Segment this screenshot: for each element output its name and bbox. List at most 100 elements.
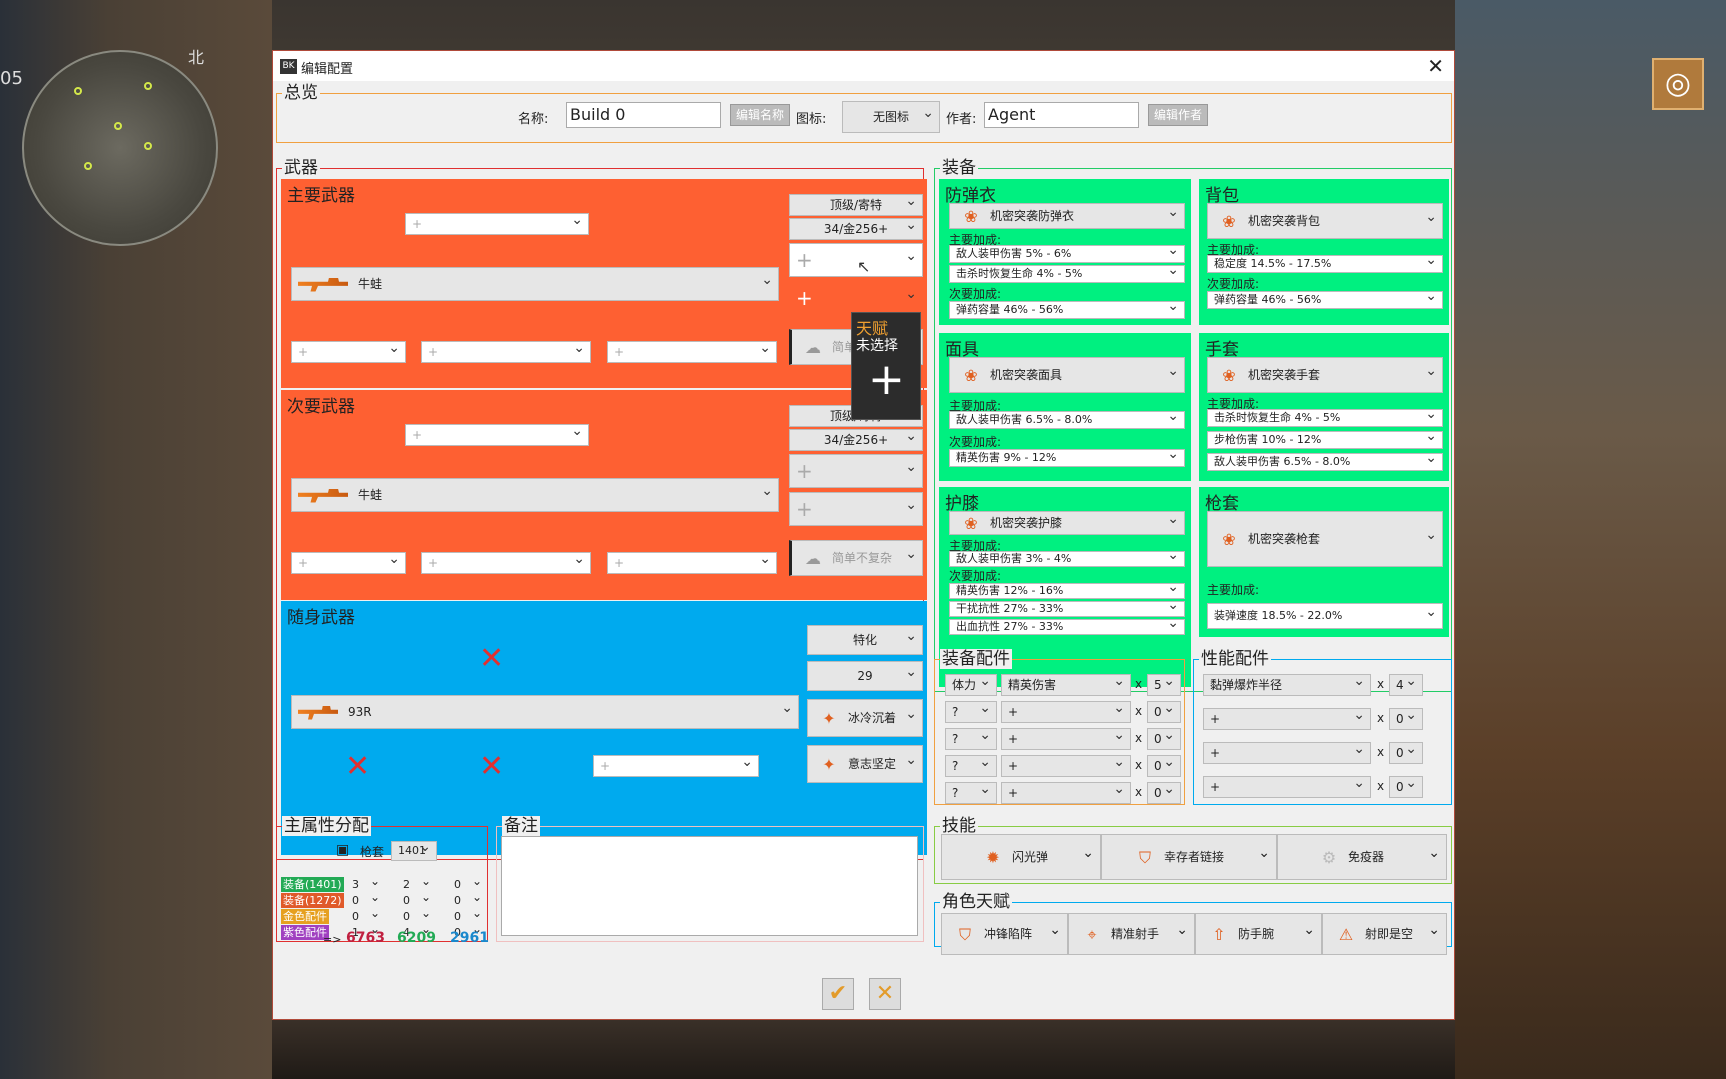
kneepads-sub-attr-2[interactable]: 干扰抗性 27% - 33% <box>949 601 1185 617</box>
notes-textarea[interactable] <box>501 836 918 936</box>
gear-mod-attr-select[interactable]: ? <box>945 701 997 723</box>
primary-mod-select[interactable]: + <box>405 213 589 235</box>
author-input[interactable]: Agent <box>984 102 1139 128</box>
kneepads-sub-attr-3[interactable]: 出血抗性 27% - 33% <box>949 619 1185 635</box>
vest-select[interactable]: ❀ 机密突袭防弹衣 <box>949 203 1185 229</box>
talent-1-select[interactable]: ⛉ 冲锋陷阵 <box>941 910 1068 955</box>
kneepads-select[interactable]: ❀ 机密突袭护膝 <box>949 511 1185 535</box>
game-background-bottom <box>272 1020 1455 1079</box>
skill-3-select[interactable]: ⚙ 免疫器 <box>1277 831 1447 880</box>
performance-mod-select[interactable]: + <box>1203 708 1371 730</box>
multiplier-label: x <box>1135 704 1143 718</box>
gear-brand-icon: ❀ <box>964 365 978 385</box>
secondary-attachment-1[interactable]: + <box>291 552 406 574</box>
talent-3-select[interactable]: ⇧ 防手腕 <box>1195 910 1322 955</box>
icon-select[interactable]: 无图标 <box>842 101 940 133</box>
performance-mod-select[interactable]: 黏弹爆炸半径 <box>1203 674 1371 696</box>
performance-mod-select[interactable]: + <box>1203 742 1371 764</box>
cancel-button[interactable]: ✕ <box>869 978 901 1010</box>
sidearm-level-select[interactable]: 29 <box>807 661 923 691</box>
primary-attribute-2[interactable]: + <box>789 281 923 315</box>
gear-mod-attr-select[interactable]: ? <box>945 782 997 804</box>
primary-level-select[interactable]: 34/金256+ <box>789 218 923 240</box>
secondary-attachment-2[interactable]: + <box>421 552 591 574</box>
primary-attachment-2[interactable]: + <box>421 341 591 363</box>
backpack-sub-attr-1[interactable]: 弹药容量 46% - 56% <box>1207 291 1443 309</box>
holster-select[interactable]: ❀ 机密突袭枪套 <box>1207 511 1443 567</box>
primary-attachment-1[interactable]: + <box>291 341 406 363</box>
gear-mod-select[interactable]: + <box>1001 755 1131 777</box>
mouse-cursor-icon: ↖ <box>857 257 871 276</box>
holster-main-attr-1[interactable]: 装弹速度 18.5% - 22.0% <box>1207 603 1443 629</box>
holster-attr-select[interactable]: 1401 <box>391 841 437 861</box>
mask-sub-attr-1[interactable]: 精英伤害 9% - 12% <box>949 449 1185 467</box>
gear-mod-count-select[interactable]: 0 <box>1147 782 1181 804</box>
talent-icon: ☁ <box>805 337 821 357</box>
secondary-talent-select[interactable]: ☁ 简单不复杂 <box>789 540 923 576</box>
gear-mod-attr-select[interactable]: 体力 <box>945 674 997 696</box>
overview-legend: 总览 <box>282 83 320 103</box>
gloves-main-attr-1[interactable]: 击杀时恢复生命 4% - 5% <box>1207 409 1443 427</box>
gloves-main-attr-3[interactable]: 敌人装甲伤害 6.5% - 8.0% <box>1207 453 1443 471</box>
performance-mod-count-select[interactable]: 0 <box>1389 742 1423 764</box>
performance-mod-select[interactable]: + <box>1203 776 1371 798</box>
mask-main-attr-1[interactable]: 敌人装甲伤害 6.5% - 8.0% <box>949 411 1185 429</box>
sidearm-attachment[interactable]: + <box>593 755 759 777</box>
sidearm-talent-1[interactable]: ✦ 冰冷沉着 <box>807 699 923 737</box>
vest-main-attr-2[interactable]: 击杀时恢复生命 4% - 5% <box>949 265 1185 283</box>
mask-select[interactable]: ❀ 机密突袭面具 <box>949 357 1185 393</box>
secondary-attachment-3[interactable]: + <box>607 552 777 574</box>
secondary-mod-select[interactable]: + <box>405 424 589 446</box>
gear-mod-attr-select[interactable]: ? <box>945 755 997 777</box>
primary-attribute-1[interactable]: + <box>789 243 923 277</box>
gear-mod-count-select[interactable]: 0 <box>1147 755 1181 777</box>
flashbang-icon: ✹ <box>986 847 1000 867</box>
skill-2-select[interactable]: ⛉ 幸存者链接 <box>1101 831 1277 880</box>
performance-mod-name: 黏弹爆炸半径 <box>1210 678 1283 692</box>
talent-4-select[interactable]: ⚠ 射即是空 <box>1322 910 1447 955</box>
gear-mod-select[interactable]: + <box>1001 701 1131 723</box>
skill-3-name: 免疫器 <box>1348 850 1385 864</box>
gear-mod-count-select[interactable]: 0 <box>1147 701 1181 723</box>
secondary-attribute-1[interactable]: + <box>789 454 923 488</box>
gear-mod-select[interactable]: + <box>1001 728 1131 750</box>
secondary-level-select[interactable]: 34/金256+ <box>789 429 923 451</box>
mask-item-name: 机密突袭面具 <box>990 368 1063 382</box>
primary-weapon-select[interactable]: 牛蛙 <box>291 267 779 301</box>
edit-name-button[interactable]: 编辑名称 <box>730 104 790 126</box>
backpack-select[interactable]: ❀ 机密突袭背包 <box>1207 203 1443 239</box>
close-button[interactable]: ✕ <box>1427 54 1444 78</box>
kneepads-main-attr-1[interactable]: 敌人装甲伤害 3% - 4% <box>949 551 1185 567</box>
gear-mod-count-select[interactable]: 0 <box>1147 728 1181 750</box>
gear-mod-attr-select[interactable]: ? <box>945 728 997 750</box>
performance-mod-count-select[interactable]: 4 <box>1389 674 1423 696</box>
secondary-attribute-2[interactable]: + <box>789 492 923 526</box>
primary-rarity-select[interactable]: 顶级/寄特 <box>789 194 923 216</box>
edit-author-button[interactable]: 编辑作者 <box>1148 104 1208 126</box>
skill-1-select[interactable]: ✹ 闪光弹 <box>941 831 1101 880</box>
confirm-button[interactable]: ✔ <box>822 978 854 1010</box>
shield-icon: ⛉ <box>1138 847 1151 867</box>
name-input[interactable]: Build 0 <box>566 102 721 128</box>
sidearm-select[interactable]: 93R <box>291 695 799 729</box>
gear-mod-count-select[interactable]: 5 <box>1147 674 1181 696</box>
performance-mod-count-select[interactable]: 0 <box>1389 776 1423 798</box>
sidearm-talent-2[interactable]: ✦ 意志坚定 <box>807 745 923 783</box>
flame-icon: ✦ <box>822 708 836 728</box>
secondary-weapon-name: 牛蛙 <box>358 488 383 502</box>
gear-mod-select[interactable]: 精英伤害 <box>1001 674 1131 696</box>
talent-2-select[interactable]: ⌖ 精准射手 <box>1068 910 1195 955</box>
talents-legend: 角色天赋 <box>940 892 1012 912</box>
backpack-main-attr-1[interactable]: 稳定度 14.5% - 17.5% <box>1207 255 1443 273</box>
immunizer-icon: ⚙ <box>1321 847 1337 867</box>
kneepads-sub-attr-1[interactable]: 精英伤害 12% - 16% <box>949 583 1185 599</box>
vest-main-attr-1[interactable]: 敌人装甲伤害 5% - 6% <box>949 245 1185 263</box>
gear-mod-select[interactable]: + <box>1001 782 1131 804</box>
performance-mod-count-select[interactable]: 0 <box>1389 708 1423 730</box>
gloves-select[interactable]: ❀ 机密突袭手套 <box>1207 357 1443 393</box>
sidearm-rarity-select[interactable]: 特化 <box>807 625 923 655</box>
vest-sub-attr-1[interactable]: 弹药容量 46% - 56% <box>949 301 1185 319</box>
gloves-main-attr-2[interactable]: 步枪伤害 10% - 12% <box>1207 431 1443 449</box>
secondary-weapon-select[interactable]: 牛蛙 <box>291 478 779 512</box>
primary-attachment-3[interactable]: + <box>607 341 777 363</box>
